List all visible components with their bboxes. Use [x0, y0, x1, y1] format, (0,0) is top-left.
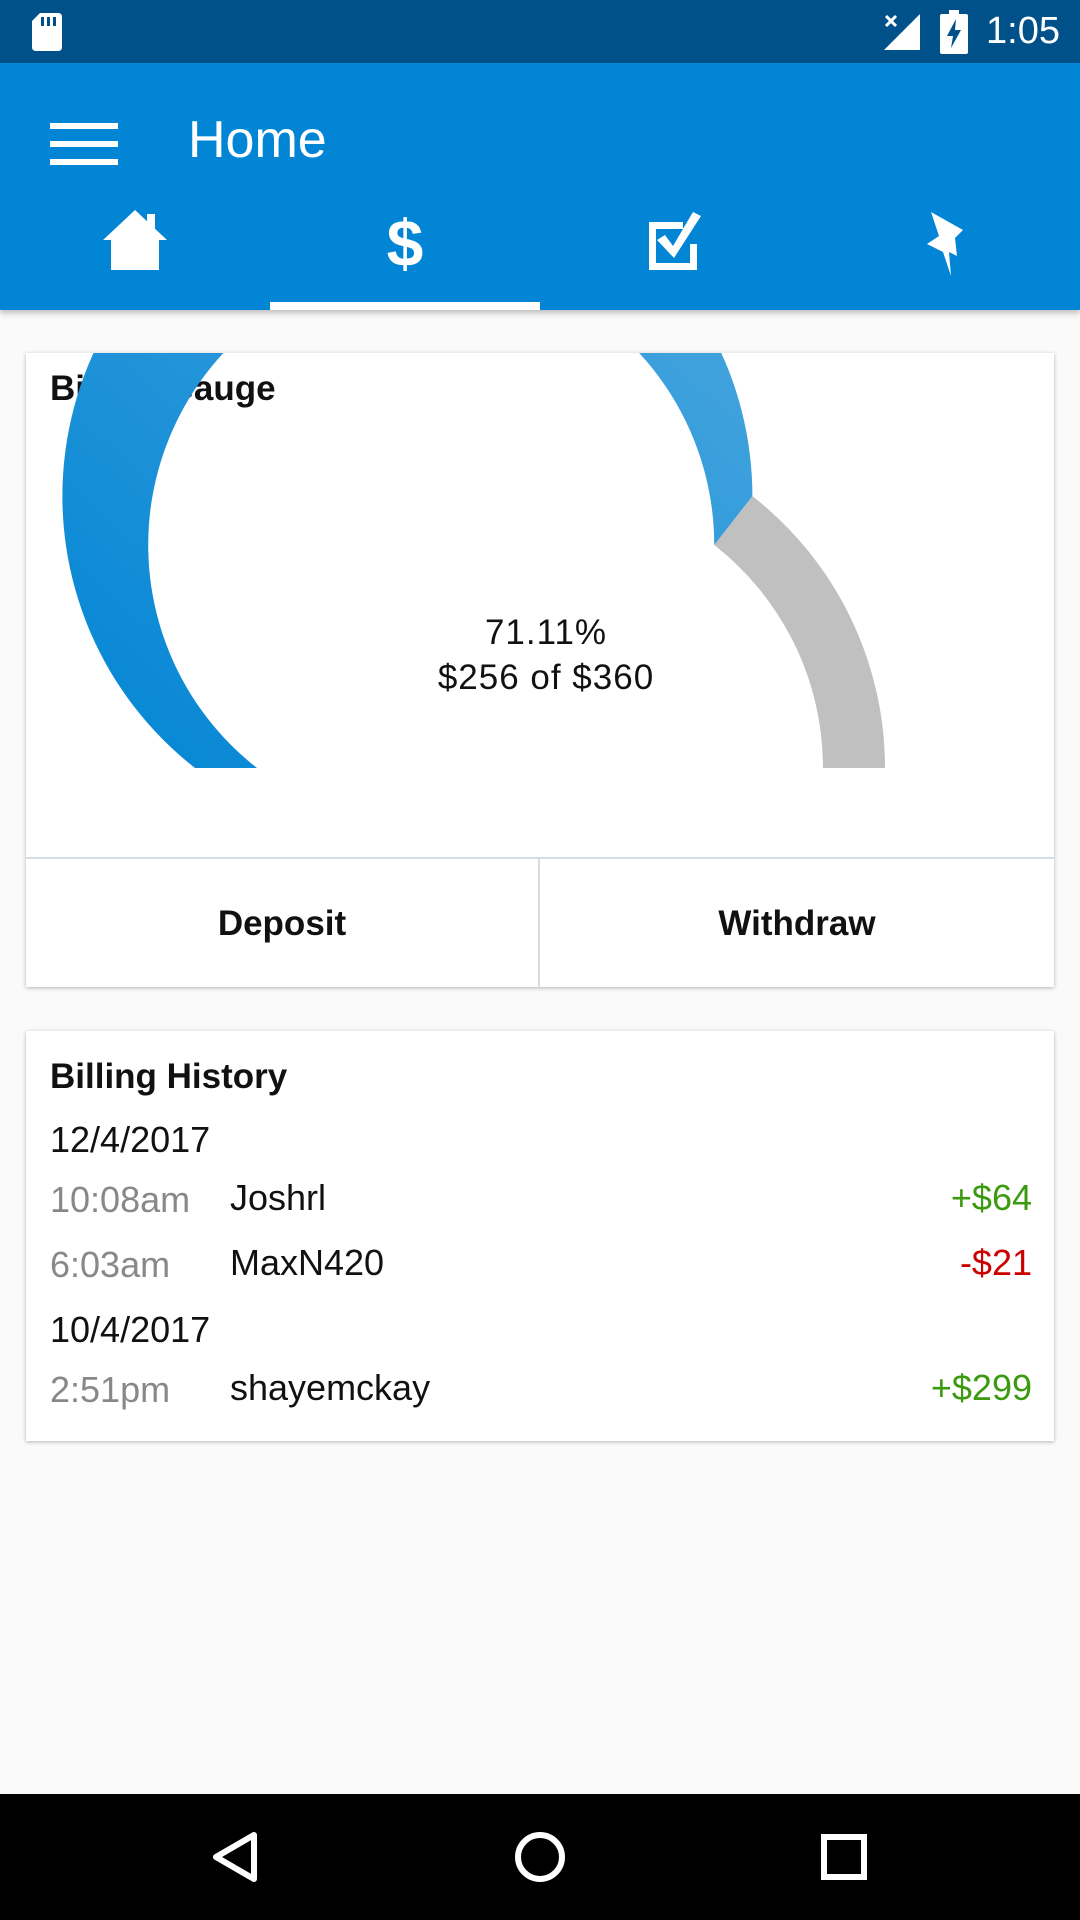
- billing-gauge-card: Billing Gauge 71.11% $256 of $360 Deposi…: [26, 353, 1054, 989]
- gauge-amount: $256 of $360: [437, 658, 655, 697]
- billing-gauge: [62, 353, 885, 768]
- entry-time: 6:03am: [50, 1244, 171, 1285]
- gauge-percent: 71.11%: [484, 613, 608, 652]
- pin-icon: [927, 212, 963, 276]
- entry-name: shayemckay: [230, 1367, 431, 1408]
- selected-tab-indicator: [270, 302, 540, 310]
- app-bar: Home $: [0, 63, 1080, 310]
- entry-amount: +$299: [930, 1367, 1032, 1408]
- entry-name: Joshrl: [230, 1177, 327, 1218]
- status-time: 1:05: [986, 10, 1060, 52]
- back-icon[interactable]: [196, 1817, 276, 1897]
- history-date: 12/4/2017: [50, 1119, 211, 1160]
- entry-time: 10:08am: [50, 1179, 191, 1220]
- status-bar: 1:05: [0, 0, 1080, 63]
- recents-square-icon[interactable]: [804, 1817, 884, 1897]
- entry-time: 2:51pm: [50, 1369, 171, 1410]
- navigation-bar: [0, 1794, 1080, 1920]
- withdraw-button[interactable]: Withdraw: [540, 859, 1054, 989]
- signal-off-icon: [884, 14, 920, 50]
- page-title: Home: [188, 111, 327, 169]
- home-circle-icon[interactable]: [500, 1817, 580, 1897]
- deposit-button[interactable]: Deposit: [26, 859, 538, 989]
- battery-charging-icon: [940, 10, 968, 54]
- gauge-fill: [62, 353, 753, 768]
- svg-text:$: $: [387, 208, 424, 278]
- tab-home[interactable]: [0, 198, 270, 310]
- hamburger-menu-icon[interactable]: [40, 108, 128, 178]
- tab-tasks[interactable]: [540, 198, 810, 310]
- entry-amount: -$21: [959, 1242, 1032, 1283]
- dollar-icon: $: [387, 208, 424, 278]
- gauge-actions: Deposit Withdraw: [26, 857, 1054, 989]
- sd-card-icon: [32, 13, 62, 51]
- checkbox-icon: [649, 212, 701, 270]
- home-icon: [103, 210, 167, 270]
- billing-history-card: Billing History 12/4/2017 10:08am Joshrl…: [26, 1031, 1054, 1441]
- billing-history-title: Billing History: [50, 1057, 288, 1096]
- tab-pinned[interactable]: [810, 198, 1080, 310]
- tab-billing[interactable]: $: [270, 198, 540, 310]
- entry-amount: +$64: [950, 1177, 1032, 1218]
- entry-name: MaxN420: [230, 1242, 385, 1283]
- history-date: 10/4/2017: [50, 1309, 211, 1350]
